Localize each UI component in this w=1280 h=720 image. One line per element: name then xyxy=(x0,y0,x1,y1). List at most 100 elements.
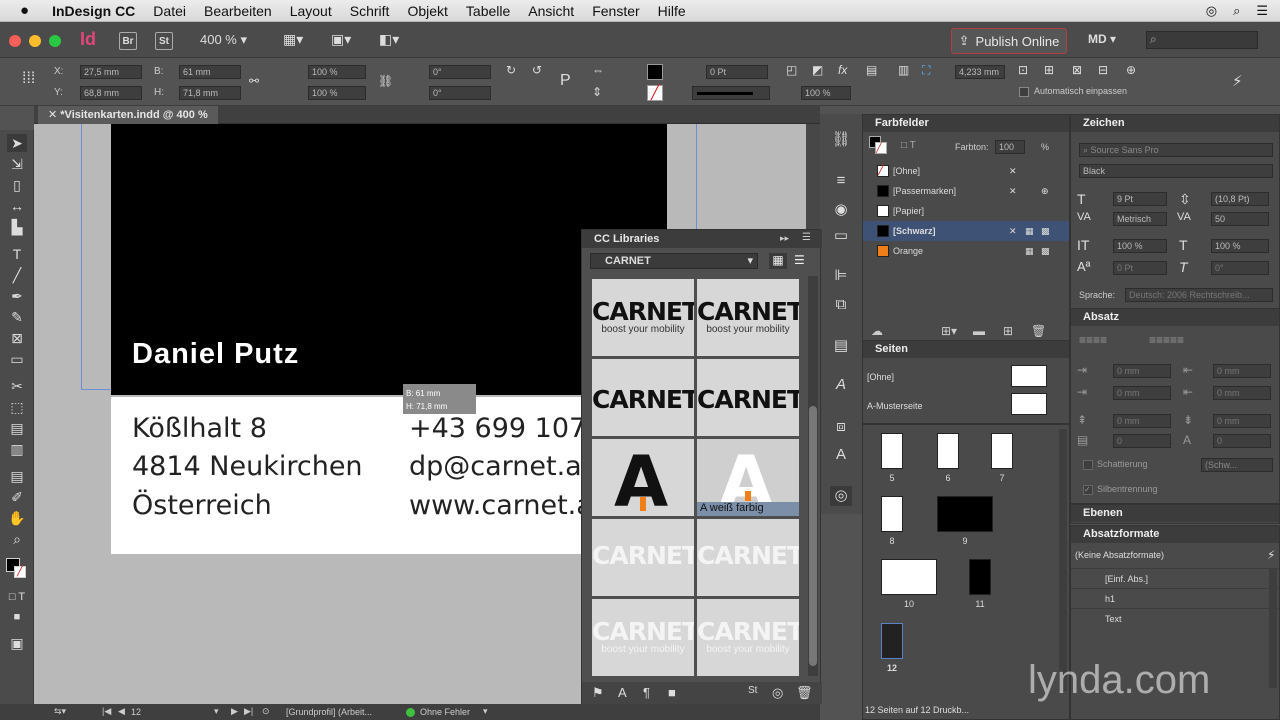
page-thumbnail[interactable] xyxy=(881,496,903,532)
page-thumbnail[interactable] xyxy=(991,433,1013,469)
paragraph-styles-icon[interactable]: A xyxy=(830,446,852,466)
opacity-field[interactable]: 100 % xyxy=(801,86,851,100)
trash-icon[interactable]: 🗑 xyxy=(796,685,813,701)
cc-sync-icon[interactable]: ☁ xyxy=(871,324,883,338)
creative-cloud-icon[interactable]: ◎ xyxy=(1206,3,1217,19)
card-phone[interactable]: +43 699 10756 xyxy=(409,413,581,444)
color-panel-icon[interactable]: ◉ xyxy=(830,200,852,220)
drop-cap-lines-field[interactable]: 0 xyxy=(1113,434,1171,448)
view-options-icon[interactable]: ▦▾ xyxy=(283,31,303,48)
zoom-level-select[interactable]: 400 % ▾ xyxy=(200,32,247,48)
menu-ansicht[interactable]: Ansicht xyxy=(519,3,583,19)
hyphenation-checkbox[interactable]: ✓ xyxy=(1083,485,1093,495)
page-select-arrow-icon[interactable]: ▾ xyxy=(214,706,219,717)
swatch-row-orange[interactable]: Orange ▦ ▩ xyxy=(863,241,1069,261)
view-mode-icon[interactable]: ▣ xyxy=(7,634,27,652)
fit-content-to-frame-icon[interactable]: ⊠ xyxy=(1072,63,1082,77)
menu-tabelle[interactable]: Tabelle xyxy=(457,3,519,19)
bridge-button[interactable]: Br xyxy=(119,32,137,50)
add-graphic-icon[interactable]: ⚑ xyxy=(592,685,604,701)
stock-button[interactable]: St xyxy=(155,32,173,50)
font-family-field[interactable]: ⌕ Source Sans Pro xyxy=(1079,143,1273,157)
first-page-icon[interactable]: |◀ xyxy=(102,706,111,717)
collapse-panel-icon[interactable]: ▸▸ xyxy=(780,233,789,244)
card-address-line3[interactable]: Österreich xyxy=(132,490,272,521)
tint-field[interactable]: 100 xyxy=(995,140,1025,154)
align-left-icon[interactable]: ≡≡≡≡ xyxy=(1079,333,1107,347)
fill-frame-proportionally-icon[interactable]: ⊞ xyxy=(1044,63,1054,77)
menu-bearbeiten[interactable]: Bearbeiten xyxy=(195,3,281,19)
fit-frame-to-content-icon[interactable]: ⊟ xyxy=(1098,63,1108,77)
line-tool-icon[interactable]: ╱ xyxy=(7,266,27,284)
zoom-tool-icon[interactable]: ⌕ xyxy=(7,530,27,548)
align-icon[interactable]: ▤ xyxy=(866,63,877,77)
add-character-style-icon[interactable]: A xyxy=(618,685,627,700)
pencil-tool-icon[interactable]: ✎ xyxy=(7,308,27,326)
card-address-line2[interactable]: 4814 Neukirchen xyxy=(132,451,363,482)
shear-angle-field[interactable]: 0° xyxy=(429,86,491,100)
sync-icon[interactable]: ◎ xyxy=(772,685,783,701)
stroke-weight-field[interactable]: 0 Pt xyxy=(706,65,768,79)
rotate-cw-icon[interactable]: ↻ xyxy=(506,63,516,77)
layers-title[interactable]: Ebenen xyxy=(1071,505,1279,522)
minimize-window-button[interactable] xyxy=(29,35,41,47)
justify-icon[interactable]: ≡≡≡≡≡ xyxy=(1149,333,1184,347)
list-view-icon[interactable]: ☰ xyxy=(794,253,805,267)
gradient-tool-icon[interactable]: ▤ xyxy=(7,419,27,437)
object-styles-icon[interactable]: ⧈ xyxy=(830,418,852,438)
stroke-panel-icon[interactable]: ≡ xyxy=(830,172,852,192)
corner-options-icon[interactable]: ◰ xyxy=(786,63,797,77)
preflight-arrow-icon[interactable]: ▾ xyxy=(483,706,488,717)
workspace-switcher[interactable]: MD ▾ xyxy=(1088,32,1116,46)
hand-tool-icon[interactable]: ✋ xyxy=(7,509,27,527)
cc-libraries-panel-icon[interactable]: ◎ xyxy=(830,486,852,506)
library-item[interactable]: A xyxy=(592,439,694,516)
master-a-thumb[interactable] xyxy=(1011,393,1047,415)
paragraph-style-item[interactable]: [Einf. Abs.] xyxy=(1071,568,1279,588)
menu-objekt[interactable]: Objekt xyxy=(398,3,456,19)
height-field[interactable]: 71,8 mm xyxy=(179,86,241,100)
stroke-proxy-icon[interactable]: ╱ xyxy=(875,142,887,154)
stroke-color-swatch[interactable]: ╱ xyxy=(647,85,663,101)
content-collector-icon[interactable]: ▙ xyxy=(7,218,27,236)
next-page-icon[interactable]: ▶ xyxy=(231,706,238,717)
space-after-field[interactable]: 0 mm xyxy=(1213,414,1271,428)
fit-frame-icon[interactable]: ⛶ xyxy=(922,63,930,78)
fill-color-swatch[interactable] xyxy=(647,64,663,80)
pen-tool-icon[interactable]: ✒ xyxy=(7,287,27,305)
app-menu[interactable]: InDesign CC xyxy=(38,3,144,19)
constrain-proportions-icon[interactable]: ⚯ xyxy=(249,74,259,88)
close-tab-icon[interactable]: ✕ xyxy=(48,109,57,121)
notification-list-icon[interactable]: ☰ xyxy=(1256,3,1268,19)
page-number-field[interactable]: 12 xyxy=(131,707,221,717)
close-window-button[interactable] xyxy=(9,35,21,47)
shading-checkbox[interactable] xyxy=(1083,460,1093,470)
menu-layout[interactable]: Layout xyxy=(281,3,341,19)
arrange-documents-icon[interactable]: ◧▾ xyxy=(379,31,399,48)
left-indent-field[interactable]: 0 mm xyxy=(1113,364,1171,378)
right-indent-field[interactable]: 0 mm xyxy=(1213,364,1271,378)
scale-y-field[interactable]: 100 % xyxy=(308,86,366,100)
direct-selection-tool-icon[interactable]: ⇲ xyxy=(7,155,27,173)
flip-vertical-icon[interactable]: ⇕ xyxy=(592,85,602,99)
pathfinder-panel-icon[interactable]: ⧉ xyxy=(830,296,852,316)
library-item[interactable]: CARNET xyxy=(592,359,694,436)
styles-scrollbar[interactable] xyxy=(1269,568,1277,688)
rotation-angle-field[interactable]: 0° xyxy=(429,65,491,79)
text-wrap-panel-icon[interactable]: ▤ xyxy=(830,336,852,356)
stroke-proxy-icon[interactable]: ╱ xyxy=(14,566,26,578)
scissors-tool-icon[interactable]: ✂ xyxy=(7,377,27,395)
menu-hilfe[interactable]: Hilfe xyxy=(649,3,695,19)
flip-horizontal-icon[interactable]: ⇔ xyxy=(592,63,604,77)
master-a[interactable]: A-Musterseite xyxy=(867,401,923,411)
quick-apply-icon[interactable]: ⚡ xyxy=(1267,548,1275,562)
add-color-icon[interactable]: ■ xyxy=(668,685,676,700)
library-item[interactable]: CARNET boost your mobility xyxy=(697,279,799,356)
scale-x-field[interactable]: 100 % xyxy=(308,65,366,79)
language-select[interactable]: Deutsch: 2006 Rechtschreib... xyxy=(1125,288,1273,302)
selection-tool-icon[interactable]: ➤ xyxy=(7,134,27,152)
open-document-icon[interactable]: ⊙ xyxy=(262,706,270,717)
page-tool-icon[interactable]: ▯ xyxy=(7,176,27,194)
show-swatch-kinds-icon[interactable]: ⊞▾ xyxy=(941,324,957,338)
page-thumbnail-active[interactable] xyxy=(881,623,903,659)
